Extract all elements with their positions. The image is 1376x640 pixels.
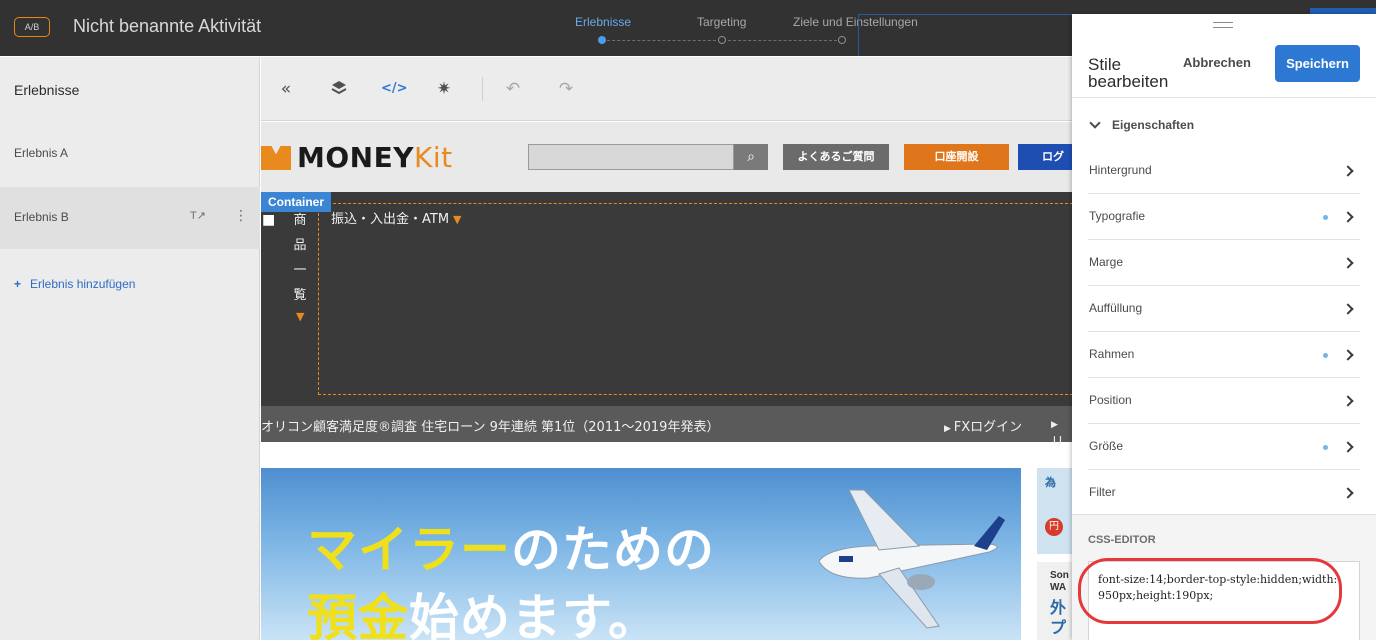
- fx-login-link[interactable]: ▶ FXログイン: [944, 416, 1022, 435]
- collapse-icon[interactable]: «: [276, 79, 296, 99]
- property-background[interactable]: Hintergrund: [1088, 148, 1360, 194]
- save-button[interactable]: Speichern: [1275, 45, 1360, 82]
- site-search-input[interactable]: [528, 144, 734, 170]
- chevron-down-icon: [1089, 117, 1101, 129]
- logo-mark: [261, 146, 291, 170]
- experience-item-a[interactable]: Erlebnis A: [0, 123, 260, 185]
- modified-indicator: [1323, 215, 1328, 220]
- annotation-highlight: [1078, 558, 1342, 624]
- divider: [1072, 97, 1376, 98]
- yen-icon: 円: [1045, 518, 1063, 536]
- property-size[interactable]: Größe: [1088, 424, 1360, 470]
- chevron-right-icon: [1342, 395, 1354, 407]
- search-icon[interactable]: ⌕: [734, 144, 768, 170]
- chevron-right-icon: [1342, 303, 1354, 315]
- chevron-down-icon: ▼: [296, 310, 305, 323]
- property-position[interactable]: Position: [1088, 378, 1360, 424]
- toolbar-divider: [482, 77, 483, 101]
- news-ticker: オリコン顧客満足度®調査 住宅ローン 9年連続 第1位（2011〜2019年発表…: [261, 406, 1073, 450]
- ticker-text[interactable]: オリコン顧客満足度®調査 住宅ローン 9年連続 第1位（2011〜2019年発表…: [261, 416, 719, 435]
- banner-headline-1: マイラーのための: [307, 521, 715, 579]
- faq-button[interactable]: よくあるご質問: [783, 144, 889, 170]
- sidebar-title: Erlebnisse: [14, 82, 80, 98]
- css-editor-title: CSS-EDITOR: [1088, 534, 1156, 546]
- activity-title[interactable]: Nicht benannte Aktivität: [73, 16, 261, 37]
- hero-banner[interactable]: マイラーのための 預金始めます。: [261, 468, 1021, 640]
- login-button[interactable]: ログ: [1018, 144, 1073, 170]
- step-dot-erlebnisse[interactable]: [598, 36, 606, 44]
- side-promo-fx[interactable]: 為 円: [1037, 468, 1073, 554]
- settings-icon[interactable]: ✷: [434, 79, 454, 99]
- property-padding[interactable]: Auffüllung: [1088, 286, 1360, 332]
- modified-indicator: [1323, 353, 1328, 358]
- side-promo-sony[interactable]: Son WA 外プ: [1037, 562, 1073, 640]
- chevron-down-icon: ▼: [453, 213, 462, 226]
- property-filter[interactable]: Filter: [1088, 470, 1360, 516]
- chevron-right-icon: [1342, 165, 1354, 177]
- step-dot-ziele[interactable]: [838, 36, 846, 44]
- page-preview: MONEYKit ⌕ よくあるご質問 口座開設 ログ Container ■ 商…: [261, 122, 1073, 640]
- experience-item-b[interactable]: Erlebnis B T↗ ⋮: [0, 187, 260, 249]
- banner-headline-2: 預金始めます。: [307, 589, 659, 640]
- add-experience-label: Erlebnis hinzufügen: [30, 277, 136, 291]
- add-experience-link[interactable]: + Erlebnis hinzufügen: [14, 277, 135, 291]
- chevron-right-icon: [1342, 257, 1354, 269]
- site-header[interactable]: MONEYKit ⌕ よくあるご質問 口座開設 ログ: [261, 122, 1073, 192]
- chevron-right-icon: [1342, 487, 1354, 499]
- experience-label: Erlebnis A: [14, 146, 69, 160]
- undo-icon[interactable]: ↶: [503, 79, 523, 99]
- redo-icon[interactable]: ↷: [556, 79, 576, 99]
- container-selection-outline: [318, 203, 1073, 395]
- more-options-icon[interactable]: ⋮: [234, 208, 248, 224]
- layers-icon[interactable]: [329, 79, 349, 99]
- chevron-right-icon: [1342, 349, 1354, 361]
- step-dot-targeting[interactable]: [718, 36, 726, 44]
- experiences-sidebar: Erlebnisse Erlebnis A Erlebnis B T↗ ⋮ + E…: [0, 57, 260, 640]
- step-erlebnisse[interactable]: Erlebnisse: [575, 15, 631, 29]
- step-targeting[interactable]: Targeting: [697, 15, 746, 29]
- property-margin[interactable]: Marge: [1088, 240, 1360, 286]
- chevron-right-icon: [1342, 211, 1354, 223]
- home-icon[interactable]: ■: [262, 212, 275, 228]
- ab-test-badge: A/B: [14, 17, 50, 37]
- site-logo[interactable]: MONEYKit: [297, 141, 453, 174]
- panel-title: Stile bearbeiten: [1088, 55, 1169, 91]
- properties-toggle[interactable]: Eigenschaften: [1088, 117, 1194, 132]
- chevron-right-icon: [1342, 441, 1354, 453]
- code-icon[interactable]: </>: [381, 79, 408, 99]
- property-border[interactable]: Rahmen: [1088, 332, 1360, 378]
- experience-label: Erlebnis B: [14, 210, 69, 224]
- cancel-button[interactable]: Abbrechen: [1183, 55, 1251, 70]
- open-account-button[interactable]: 口座開設: [904, 144, 1009, 170]
- rename-icon[interactable]: T↗: [190, 209, 206, 222]
- property-typography[interactable]: Typografie: [1088, 194, 1360, 240]
- nav-menu-item[interactable]: 振込・入出金・ATM ▼: [331, 208, 462, 227]
- ticker-link[interactable]: ▶ リ: [1051, 416, 1073, 450]
- edit-styles-panel: Stile bearbeiten Abbrechen Speichern Eig…: [1072, 14, 1376, 640]
- modified-indicator: [1323, 445, 1328, 450]
- plus-icon: +: [14, 277, 22, 291]
- selection-outline: [858, 14, 1078, 56]
- product-list-nav[interactable]: 商 品 一 覧: [293, 208, 307, 308]
- drag-handle[interactable]: [1213, 22, 1233, 28]
- editor-toolbar: « </> ✷ ↶ ↷: [261, 57, 1073, 121]
- airplane-image: [818, 489, 1005, 629]
